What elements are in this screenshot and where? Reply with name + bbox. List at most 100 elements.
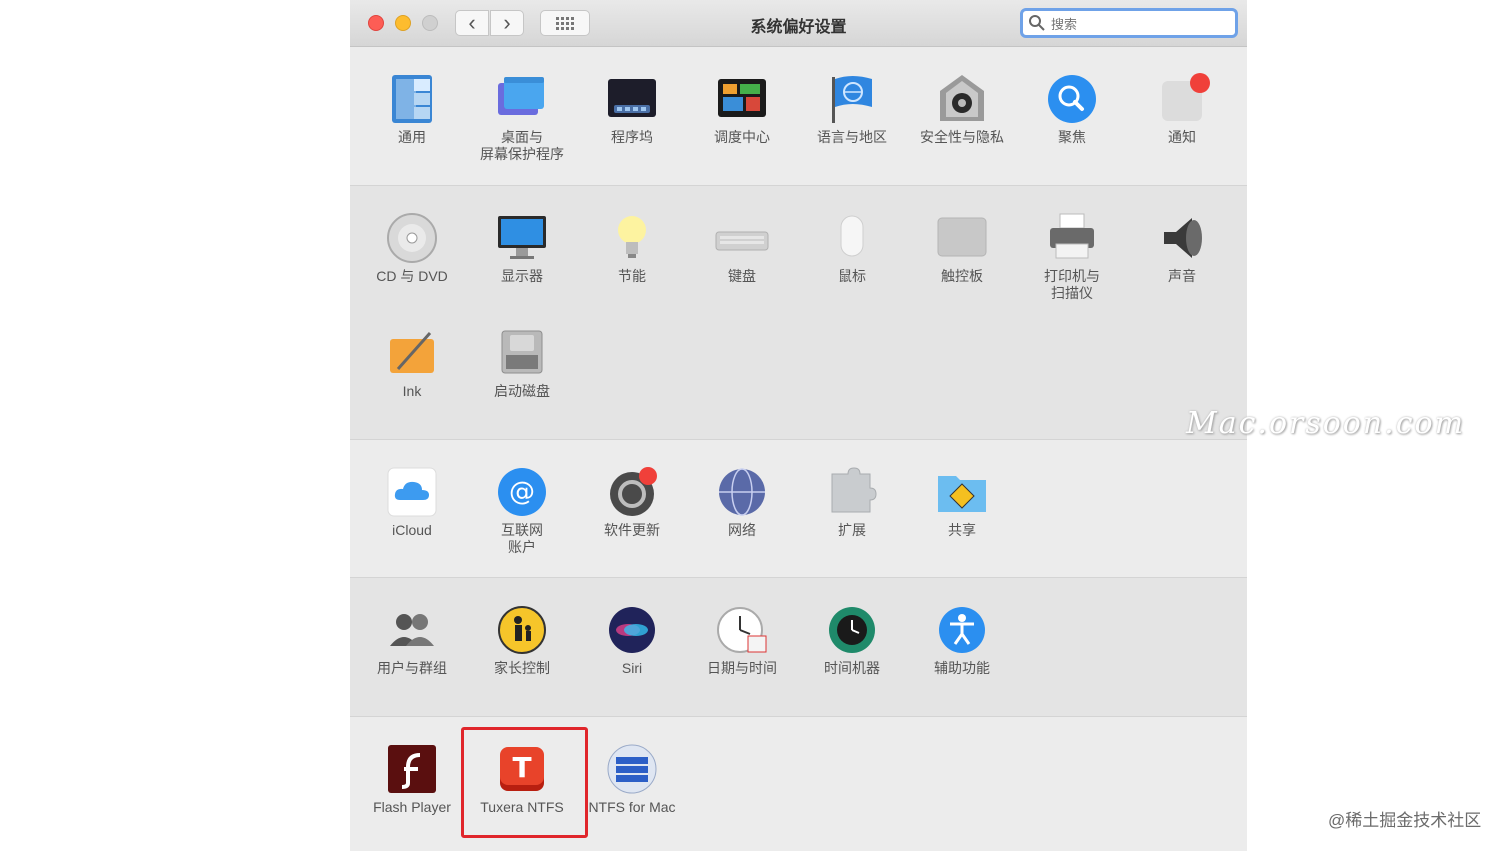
ntfs-for-mac-icon <box>604 741 660 797</box>
pref-time-machine[interactable]: 时间机器 <box>797 602 907 677</box>
pref-printers-scanners[interactable]: 打印机与 扫描仪 <box>1017 210 1127 302</box>
sharing-icon <box>934 464 990 520</box>
printers-scanners-icon <box>1044 210 1100 266</box>
title-bar: ‹ › 系统偏好设置 <box>350 0 1247 47</box>
pref-label: Flash Player <box>373 799 451 815</box>
pref-icloud[interactable]: iCloud <box>357 464 467 539</box>
pref-extensions[interactable]: 扩展 <box>797 464 907 539</box>
pref-cd-dvd[interactable]: CD 与 DVD <box>357 210 467 285</box>
pref-label: 键盘 <box>728 268 756 284</box>
pref-software-update[interactable]: 软件更新 <box>577 464 687 539</box>
spotlight-icon <box>1044 71 1100 127</box>
keyboard-icon <box>714 210 770 266</box>
pref-label: 扩展 <box>838 522 866 538</box>
pref-dock[interactable]: 程序坞 <box>577 71 687 146</box>
extensions-icon <box>824 464 880 520</box>
pref-energy-saver[interactable]: 节能 <box>577 210 687 285</box>
icloud-icon <box>384 464 440 520</box>
pref-label: 触控板 <box>941 268 983 284</box>
pref-spotlight[interactable]: 聚焦 <box>1017 71 1127 146</box>
ink-icon <box>384 325 440 381</box>
pref-desktop-screensaver[interactable]: 桌面与 屏幕保护程序 <box>467 71 577 163</box>
pref-security-privacy[interactable]: 安全性与隐私 <box>907 71 1017 146</box>
pref-parental-controls[interactable]: 家长控制 <box>467 602 577 677</box>
pref-label: 安全性与隐私 <box>920 129 1004 145</box>
pref-label: 辅助功能 <box>934 660 990 676</box>
sound-icon <box>1154 210 1210 266</box>
pref-label: NTFS for Mac <box>588 799 676 815</box>
pref-internet-accounts[interactable]: @ 互联网 账户 <box>467 464 577 556</box>
pref-mission-control[interactable]: 调度中心 <box>687 71 797 146</box>
pref-accessibility[interactable]: 辅助功能 <box>907 602 1017 677</box>
date-time-icon <box>714 602 770 658</box>
pref-flash-player[interactable]: Flash Player <box>357 741 467 816</box>
mission-control-icon <box>714 71 770 127</box>
pref-general[interactable]: 通用 <box>357 71 467 146</box>
search-field[interactable] <box>1020 8 1238 38</box>
other-section: Flash Player T Tuxera NTFS NTFS for Mac <box>350 717 1247 851</box>
internet-section: iCloud @ 互联网 账户 软件更新 网络 扩展 共享 <box>350 440 1247 577</box>
pref-trackpad[interactable]: 触控板 <box>907 210 1017 285</box>
pref-users-groups[interactable]: 用户与群组 <box>357 602 467 677</box>
language-region-icon <box>824 71 880 127</box>
pref-label: 时间机器 <box>824 660 880 676</box>
pref-siri[interactable]: Siri <box>577 602 687 677</box>
pref-label: Ink <box>402 383 422 399</box>
internet-accounts-icon: @ <box>494 464 550 520</box>
pref-ink[interactable]: Ink <box>357 325 467 400</box>
energy-saver-icon <box>604 210 660 266</box>
accessibility-icon <box>934 602 990 658</box>
search-icon <box>1029 15 1045 31</box>
pref-displays[interactable]: 显示器 <box>467 210 577 285</box>
desktop-screensaver-icon <box>494 71 550 127</box>
pref-sharing[interactable]: 共享 <box>907 464 1017 539</box>
security-privacy-icon <box>934 71 990 127</box>
parental-controls-icon <box>494 602 550 658</box>
users-groups-icon <box>384 602 440 658</box>
hardware-section: CD 与 DVD 显示器 节能 键盘 鼠标 触控板 打印机与 扫描仪 声音 In… <box>350 186 1247 439</box>
personal-section: 通用 桌面与 屏幕保护程序 程序坞 调度中心 语言与地区 安全性与隐私 聚焦 通… <box>350 47 1247 185</box>
cd-dvd-icon <box>384 210 440 266</box>
dock-icon <box>604 71 660 127</box>
pref-label: 鼠标 <box>838 268 866 284</box>
pref-date-time[interactable]: 日期与时间 <box>687 602 797 677</box>
trackpad-icon <box>934 210 990 266</box>
software-update-icon <box>604 464 660 520</box>
pref-label: 打印机与 扫描仪 <box>1044 268 1100 301</box>
pref-label: 程序坞 <box>611 129 653 145</box>
displays-icon <box>494 210 550 266</box>
pref-sound[interactable]: 声音 <box>1127 210 1237 285</box>
search-input[interactable] <box>1049 13 1233 35</box>
pref-label: 声音 <box>1168 268 1196 284</box>
startup-disk-icon <box>494 325 550 381</box>
watermark: Mac.orsoon.com <box>1186 406 1466 441</box>
pref-label: 通用 <box>398 129 426 145</box>
pref-label: 语言与地区 <box>817 129 887 145</box>
system-section: 用户与群组 家长控制 Siri 日期与时间 时间机器 辅助功能 <box>350 578 1247 716</box>
mouse-icon <box>824 210 880 266</box>
time-machine-icon <box>824 602 880 658</box>
general-icon <box>384 71 440 127</box>
svg-text:@: @ <box>509 477 535 507</box>
pref-label: Siri <box>621 660 643 676</box>
pref-label: CD 与 DVD <box>376 268 448 284</box>
flash-player-icon <box>384 741 440 797</box>
pref-network[interactable]: 网络 <box>687 464 797 539</box>
pref-label: 共享 <box>948 522 976 538</box>
pref-label: 软件更新 <box>604 522 660 538</box>
pref-startup-disk[interactable]: 启动磁盘 <box>467 325 577 400</box>
siri-icon <box>604 602 660 658</box>
pref-keyboard[interactable]: 键盘 <box>687 210 797 285</box>
notifications-icon <box>1154 71 1210 127</box>
pref-mouse[interactable]: 鼠标 <box>797 210 907 285</box>
pref-language-region[interactable]: 语言与地区 <box>797 71 907 146</box>
pref-label: 启动磁盘 <box>494 383 550 399</box>
pref-notifications[interactable]: 通知 <box>1127 71 1237 146</box>
pref-label: 节能 <box>618 268 646 284</box>
pref-label: 桌面与 屏幕保护程序 <box>480 129 564 162</box>
pref-ntfs-for-mac[interactable]: NTFS for Mac <box>577 741 687 816</box>
pref-label: 日期与时间 <box>707 660 777 676</box>
pref-label: 通知 <box>1168 129 1196 145</box>
pref-label: 网络 <box>728 522 756 538</box>
highlight-box <box>461 727 588 838</box>
